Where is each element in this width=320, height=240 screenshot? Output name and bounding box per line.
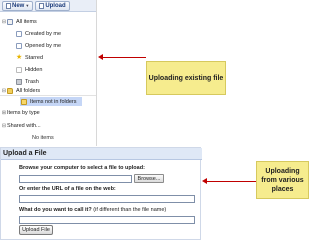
list-item-all-folders[interactable]: ⊟ All folders bbox=[1, 86, 40, 95]
upload-file-dialog: Upload a File Browse your computer to se… bbox=[0, 147, 202, 240]
pencil-doc-icon bbox=[16, 30, 22, 37]
list-item-items-by-type[interactable]: ⊞ Items by type bbox=[1, 108, 40, 117]
folder-icon bbox=[21, 98, 27, 105]
list-item-items-not-in-folders[interactable]: Items not in folders bbox=[20, 97, 82, 106]
file-name-input[interactable] bbox=[19, 216, 195, 224]
file-path-input[interactable] bbox=[19, 175, 132, 183]
divider bbox=[0, 95, 96, 96]
upload-button[interactable]: Upload bbox=[35, 0, 70, 11]
list-item-label: Items by type bbox=[7, 109, 40, 116]
list-item-label: Shared with... bbox=[7, 122, 41, 129]
folder-icon bbox=[7, 87, 13, 94]
new-doc-icon bbox=[6, 2, 11, 9]
dialog-title: Upload a File bbox=[1, 148, 202, 160]
list-item-trash[interactable]: Trash bbox=[16, 77, 39, 86]
docs-list-panel: New ▼ Upload ⊟ All items Created by me O… bbox=[0, 0, 97, 146]
arrow-line-top bbox=[102, 57, 146, 58]
upload-file-button[interactable]: Upload File bbox=[19, 225, 53, 235]
no-items-label: No items bbox=[32, 134, 54, 141]
chevron-down-icon: ▼ bbox=[25, 3, 30, 8]
new-button-label: New bbox=[12, 2, 25, 9]
callout-text: Uploading from various places bbox=[261, 167, 304, 193]
selected-highlight: Items not in folders bbox=[20, 97, 82, 106]
list-item-opened-by-me[interactable]: Opened by me bbox=[16, 41, 61, 50]
list-item-label: Starred bbox=[25, 54, 44, 61]
name-label: What do you want to call it? (if differe… bbox=[19, 207, 166, 213]
callout-text: Uploading existing file bbox=[148, 74, 224, 82]
star-icon: ★ bbox=[16, 53, 23, 61]
list-item-starred[interactable]: ★ Starred bbox=[16, 53, 43, 62]
name-label-note: (if different than the file name) bbox=[93, 207, 167, 213]
arrow-line-bottom bbox=[206, 181, 256, 182]
browse-button[interactable]: Browse... bbox=[134, 174, 164, 183]
no-items-text: No items bbox=[32, 133, 54, 142]
browse-label: Browse your computer to select a file to… bbox=[19, 165, 145, 171]
all-items-icon bbox=[7, 18, 13, 25]
callout-uploading-various: Uploading from various places bbox=[256, 161, 309, 199]
opened-doc-icon bbox=[16, 42, 22, 49]
list-item-label: Created by me bbox=[25, 30, 62, 37]
callout-uploading-existing: Uploading existing file bbox=[146, 61, 226, 95]
list-item-label: All folders bbox=[16, 87, 41, 94]
list-item-label: Items not in folders bbox=[30, 98, 77, 105]
trash-icon bbox=[16, 78, 22, 85]
list-item-all-items[interactable]: ⊟ All items bbox=[1, 17, 37, 26]
url-input[interactable] bbox=[19, 195, 195, 203]
url-label: Or enter the URL of a file on the web: bbox=[19, 186, 116, 192]
list-item-label: All items bbox=[16, 18, 37, 25]
list-item-label: Opened by me bbox=[25, 42, 62, 49]
list-item-label: Hidden bbox=[25, 66, 43, 73]
list-item-label: Trash bbox=[25, 78, 39, 85]
list-item-created-by-me[interactable]: Created by me bbox=[16, 29, 61, 38]
list-item-hidden[interactable]: Hidden bbox=[16, 65, 42, 74]
upload-icon bbox=[39, 2, 45, 9]
list-item-shared-with[interactable]: ⊟ Shared with... bbox=[1, 121, 41, 130]
upload-button-label: Upload bbox=[45, 2, 66, 9]
hidden-icon bbox=[16, 66, 22, 73]
name-label-text: What do you want to call it? bbox=[19, 207, 92, 213]
docs-toolbar: New ▼ Upload bbox=[0, 0, 96, 12]
new-button[interactable]: New ▼ bbox=[2, 0, 34, 11]
